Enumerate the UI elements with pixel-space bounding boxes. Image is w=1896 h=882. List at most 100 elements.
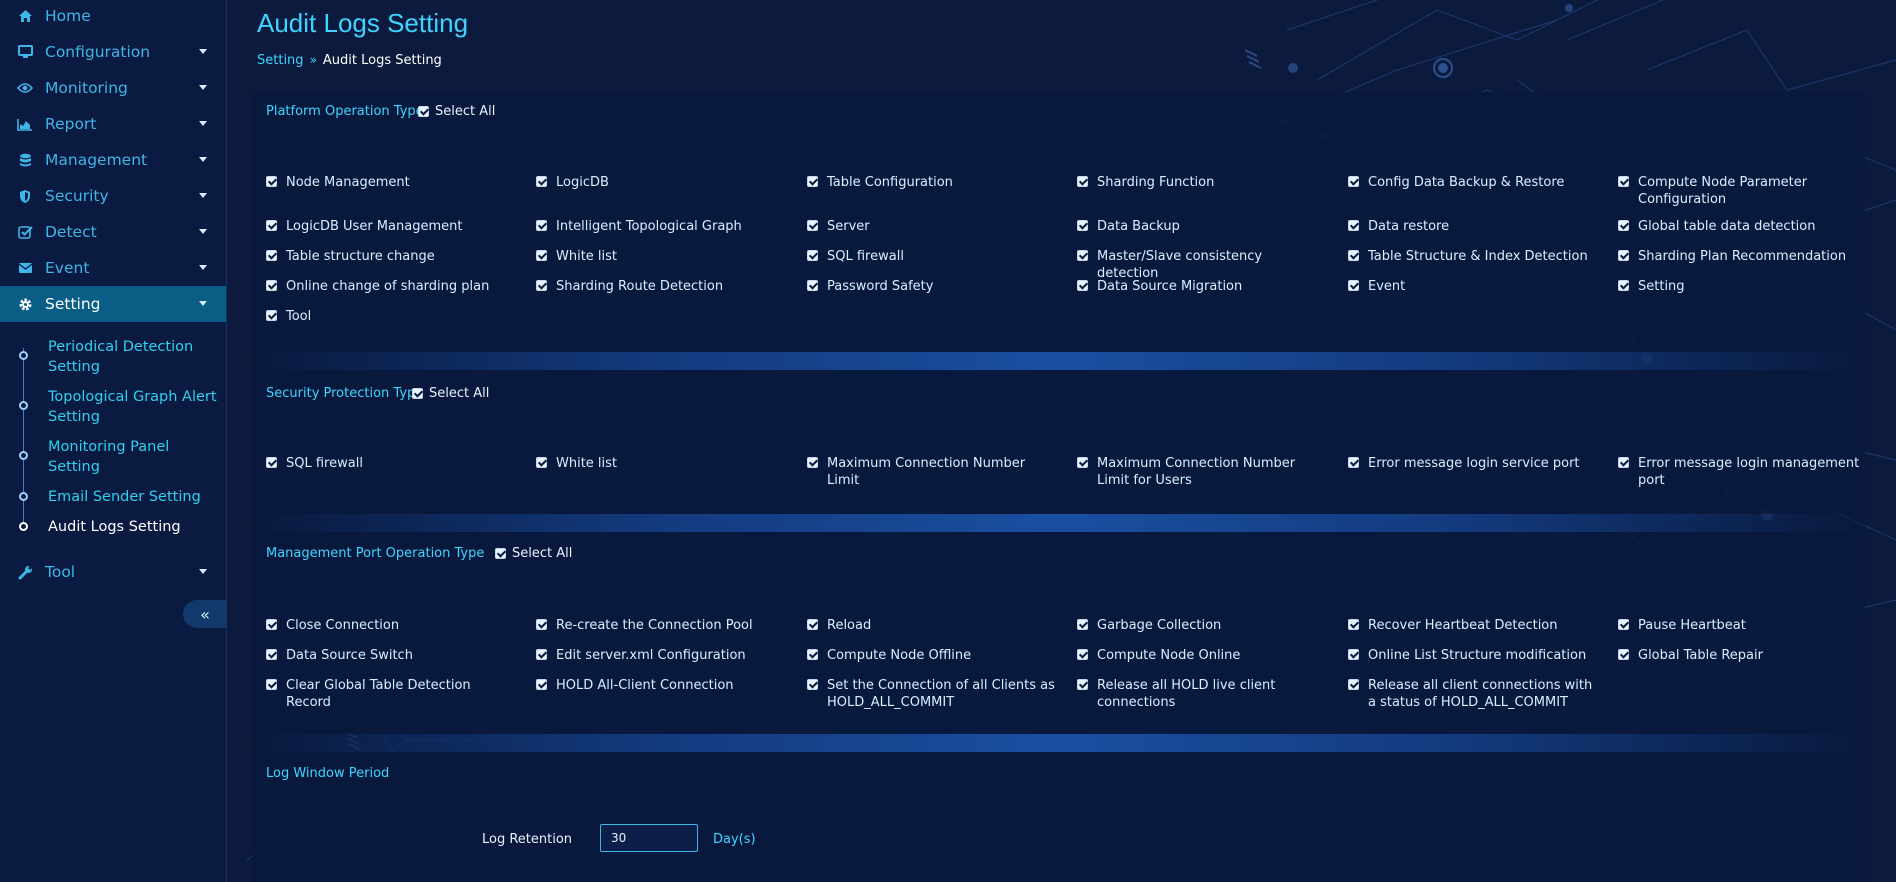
page-title: Audit Logs Setting: [257, 8, 469, 38]
checkbox-checked-icon: [1348, 457, 1359, 468]
checkbox-checked-icon: [1618, 649, 1629, 660]
option-label: Config Data Backup & Restore: [1368, 175, 1565, 190]
log-retention-input[interactable]: [600, 824, 698, 852]
option-label: Data Source Switch: [286, 648, 413, 663]
nav-management[interactable]: Management: [0, 142, 226, 178]
breadcrumb-link-setting[interactable]: Setting: [257, 53, 304, 68]
nav-security-label: Security: [45, 187, 109, 205]
option-label: LogicDB User Management: [286, 219, 463, 234]
option-label: Password Safety: [827, 279, 934, 294]
chevron-down-icon: [199, 85, 207, 90]
submenu-label: Email Sender Setting: [48, 489, 201, 505]
option-label: LogicDB: [556, 175, 609, 190]
select-all-label: Select All: [429, 386, 490, 401]
checkbox-checked-icon: [1077, 280, 1088, 291]
bullet-icon: [19, 351, 28, 360]
chevron-down-icon: [199, 265, 207, 270]
submenu-label: Topological Graph Alert Setting: [48, 389, 217, 425]
log-window-panel: Log Window Period: [252, 752, 1865, 882]
option-label: Recover Heartbeat Detection: [1368, 618, 1558, 633]
checkbox-checked-icon: [418, 106, 429, 117]
nav-monitoring[interactable]: Monitoring: [0, 70, 226, 106]
submenu-label: Periodical Detection Setting: [48, 339, 194, 375]
nav-tool[interactable]: Tool: [0, 554, 226, 590]
submenu-periodical-detection-setting[interactable]: Periodical Detection Setting: [0, 337, 226, 377]
checkbox-checked-icon: [266, 220, 277, 231]
checkbox-checked-icon: [1348, 649, 1359, 660]
checkbox-checked-icon: [1348, 250, 1359, 261]
bullet-icon: [19, 492, 28, 501]
nav-monitoring-label: Monitoring: [45, 79, 128, 97]
submenu-audit-logs-setting[interactable]: Audit Logs Setting: [0, 517, 226, 539]
check-square-icon: [17, 224, 33, 240]
checkbox-checked-icon: [536, 457, 547, 468]
checkbox-checked-icon: [1618, 176, 1629, 187]
option-label: HOLD All-Client Connection: [556, 678, 734, 693]
envelope-icon: [17, 260, 33, 276]
option-label: Table structure change: [286, 249, 435, 264]
submenu-monitoring-panel-setting[interactable]: Monitoring Panel Setting: [0, 437, 226, 477]
nav-detect[interactable]: Detect: [0, 214, 226, 250]
option-label: Data restore: [1368, 219, 1450, 234]
log-retention-unit: Day(s): [713, 832, 756, 847]
gear-icon: [17, 296, 33, 312]
checkbox-checked-icon: [1077, 649, 1088, 660]
nav-home[interactable]: Home: [0, 0, 226, 34]
option-label: Error message login service port: [1368, 456, 1580, 471]
option-label: Garbage Collection: [1097, 618, 1222, 633]
checkbox-checked-icon: [266, 250, 277, 261]
option-label: Error message login management port: [1638, 456, 1860, 488]
option-label: Sharding Plan Recommendation: [1638, 249, 1847, 264]
checkbox-checked-icon: [1077, 619, 1088, 630]
checkbox-checked-icon: [1618, 457, 1629, 468]
nav-report[interactable]: Report: [0, 106, 226, 142]
checkbox-checked-icon: [807, 176, 818, 187]
nav-event[interactable]: Event: [0, 250, 226, 286]
nav-security[interactable]: Security: [0, 178, 226, 214]
checkbox-checked-icon: [807, 619, 818, 630]
option-label: Tool: [286, 309, 312, 324]
checkbox-checked-icon: [536, 220, 547, 231]
checkbox-checked-icon: [495, 548, 506, 559]
option-label: SQL firewall: [286, 456, 363, 471]
collapse-sidebar-button[interactable]: «: [183, 600, 227, 628]
checkbox-checked-icon: [1618, 280, 1629, 291]
nav-management-label: Management: [45, 151, 148, 169]
option-label: Data Backup: [1097, 219, 1180, 234]
log-retention-label: Log Retention: [482, 832, 573, 847]
nav-home-label: Home: [45, 7, 91, 25]
section-divider: [252, 352, 1865, 370]
option-label: Table Structure & Index Detection: [1368, 249, 1588, 264]
checkbox-checked-icon: [807, 250, 818, 261]
submenu-email-sender-setting[interactable]: Email Sender Setting: [0, 487, 226, 509]
nav-configuration-label: Configuration: [45, 43, 151, 61]
checkbox-checked-icon: [1348, 220, 1359, 231]
submenu-topological-graph-alert-setting[interactable]: Topological Graph Alert Setting: [0, 387, 226, 427]
option-label: Event: [1368, 279, 1406, 294]
option-label: Setting: [1638, 279, 1685, 294]
option-label: Server: [827, 219, 870, 234]
checkbox-checked-icon: [412, 388, 423, 399]
checkbox-checked-icon: [1348, 176, 1359, 187]
checkbox-checked-icon: [1348, 679, 1359, 690]
checkbox-checked-icon: [1348, 619, 1359, 630]
option-label: Maximum Connection Number Limit for User…: [1097, 456, 1296, 488]
chevron-down-icon: [199, 121, 207, 126]
checkbox-checked-icon: [266, 679, 277, 690]
option-label: Master/Slave consistency detection: [1097, 249, 1263, 281]
nav-setting[interactable]: Setting: [0, 286, 226, 322]
home-icon: [17, 8, 33, 24]
nav-configuration[interactable]: Configuration: [0, 34, 226, 70]
option-label: White list: [556, 249, 618, 264]
option-label: Online List Structure modification: [1368, 648, 1587, 663]
checkbox-checked-icon: [266, 310, 277, 321]
database-icon: [17, 152, 33, 168]
option-label: Re-create the Connection Pool: [556, 618, 753, 633]
option-label: White list: [556, 456, 618, 471]
option-label: Close Connection: [286, 618, 400, 633]
checkbox-checked-icon: [1077, 679, 1088, 690]
breadcrumb-current: Audit Logs Setting: [322, 53, 442, 68]
option-label: Node Management: [286, 175, 410, 190]
shield-icon: [17, 188, 33, 204]
management-port-panel: Management Port Operation Type Select Al…: [252, 532, 1865, 734]
